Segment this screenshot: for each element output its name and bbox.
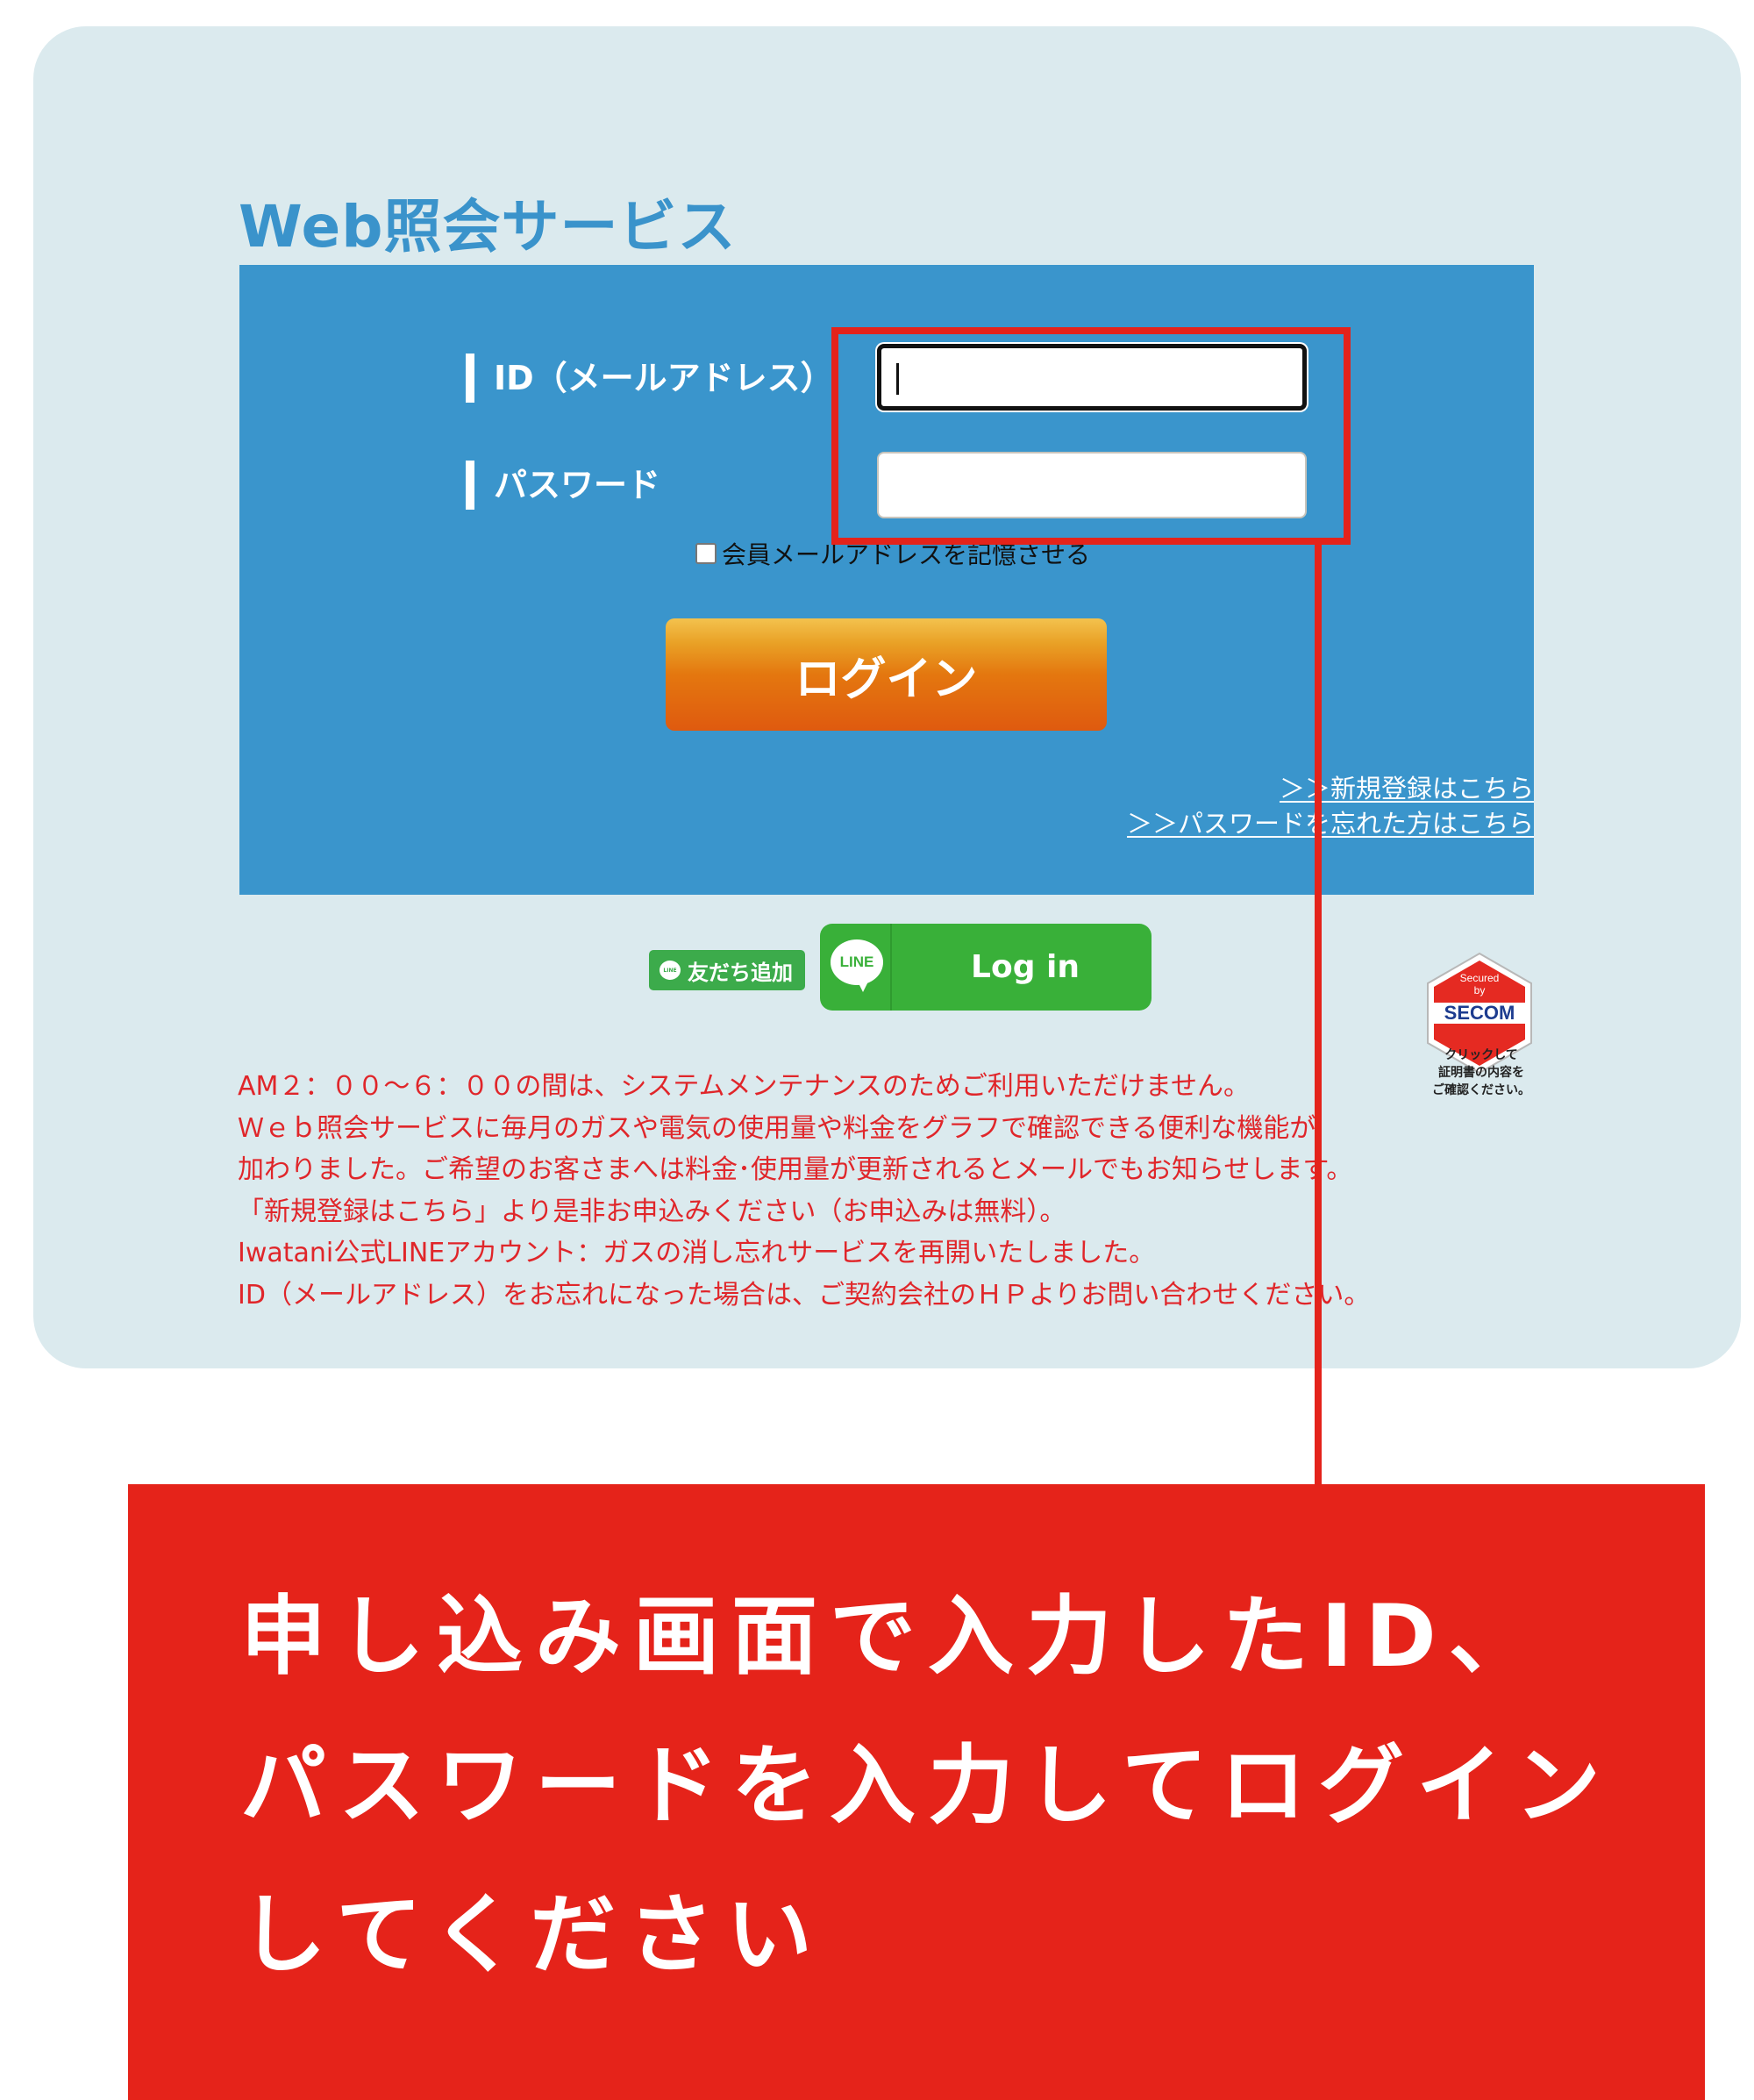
callout-text-line: 申し込み画面で入力したID、 bbox=[240, 1587, 1547, 1687]
secom-caption-line: クリックして bbox=[1444, 1048, 1518, 1062]
secom-secured-text: Secured bbox=[1460, 972, 1500, 984]
callout-connector-line bbox=[1315, 544, 1322, 1485]
notice-line: Ｗｅｂ照会サービスに毎月のガスや電気の使用量や料金をグラフで確認できる便利な機能… bbox=[238, 1112, 1316, 1144]
notice-list: AM２：００～６：００の間は、システムメンテナンスのためご利用いただけません。 … bbox=[238, 1066, 1465, 1316]
line-bubble-icon: LINE bbox=[660, 961, 681, 980]
login-button[interactable]: ログイン bbox=[666, 618, 1107, 731]
notice-line: 「新規登録はこちら」より是非お申込みください（お申込みは無料）。 bbox=[238, 1196, 1066, 1227]
remember-email-checkbox[interactable] bbox=[695, 543, 717, 564]
notice-line: Iwatani公式LINEアカウント：ガスの消し忘れサービスを再開いたしました。 bbox=[238, 1238, 1156, 1268]
line-login-label: Log in bbox=[971, 949, 1080, 985]
line-logo-icon: LINE bbox=[831, 939, 883, 985]
notice-line: AM２：００～６：００の間は、システムメンテナンスのためご利用いただけません。 bbox=[238, 1071, 1251, 1102]
forgot-password-link[interactable]: ＞＞パスワードを忘れた方はこちら bbox=[1127, 804, 1534, 840]
callout-text-line: してください bbox=[240, 1885, 825, 1985]
notice-line: ID（メールアドレス）をお忘れになった場合は、ご契約会社のＨＰよりお問い合わせく… bbox=[238, 1279, 1371, 1311]
id-label: ID（メールアドレス） bbox=[466, 354, 834, 403]
line-logo: LINE bbox=[820, 924, 892, 1011]
line-add-friend-button[interactable]: LINE 友だち追加 bbox=[649, 950, 805, 990]
page-title: Web照会サービス bbox=[239, 193, 737, 261]
secom-brand-text: SECOM bbox=[1444, 1002, 1515, 1024]
password-label: パスワード bbox=[466, 461, 660, 510]
instruction-callout: 申し込み画面で入力したID、 パスワードを入力してログイン してください bbox=[128, 1484, 1705, 2100]
notice-line: 加わりました。ご希望のお客さまへは料金･使用量が更新されるとメールでもお知らせし… bbox=[238, 1154, 1353, 1185]
secom-by-text: by bbox=[1474, 984, 1486, 996]
line-add-friend-label: 友だち追加 bbox=[688, 960, 793, 985]
input-highlight-frame bbox=[831, 327, 1351, 545]
line-logo-tail bbox=[857, 980, 869, 992]
line-login-button[interactable]: LINE Log in bbox=[820, 924, 1152, 1011]
callout-text-line: パスワードを入力してログイン bbox=[240, 1736, 1614, 1836]
login-card: Web照会サービス ID（メールアドレス） パスワード 会員メールアドレスを記憶… bbox=[33, 26, 1741, 1368]
